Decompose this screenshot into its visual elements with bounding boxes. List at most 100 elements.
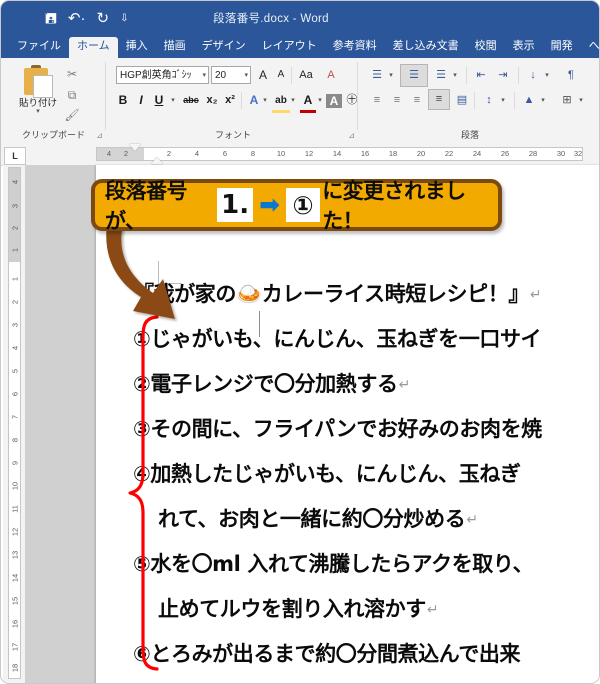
paste-button[interactable]: 貼り付け ▾ [15, 63, 61, 121]
doc-line-text: れて、お肉と一緒に約〇分炒める [158, 507, 466, 531]
shrink-font-icon[interactable]: A [273, 66, 289, 84]
clear-formatting-icon[interactable]: A [323, 66, 339, 84]
font-size-value: 20 [215, 70, 227, 81]
align-left-icon[interactable]: ≡ [368, 91, 386, 110]
paragraph-shading-icon[interactable]: ▲ [520, 91, 538, 110]
change-case-icon[interactable]: Aa [296, 66, 316, 84]
italic-icon[interactable]: I [134, 91, 148, 110]
cut-icon[interactable]: ✂ [63, 65, 81, 83]
font-name-chevron-down-icon[interactable]: ▾ [202, 67, 206, 83]
doc-line-text: ②電子レンジで〇分加熱する [133, 372, 398, 396]
doc-line-item4[interactable]: ④加熱したじゃがいも、にんじん、玉ねぎ [133, 458, 522, 488]
tab-references[interactable]: 参考資料 [325, 37, 385, 58]
tab-review[interactable]: 校閲 [467, 37, 505, 58]
line-spacing-chevron-down-icon[interactable]: ▾ [498, 91, 508, 110]
borders-icon[interactable]: ⊞ [558, 91, 576, 110]
doc-line-item5[interactable]: ⑤水を〇ml 入れて沸騰したらアクを取り、 [133, 548, 534, 578]
doc-line-item6[interactable]: ⑥とろみが出るまで約〇分間煮込んで出来 [133, 638, 521, 668]
align-right-icon[interactable]: ≡ [408, 91, 426, 110]
decrease-indent-icon[interactable]: ⇤ [472, 66, 490, 85]
tab-developer[interactable]: 開発 [543, 37, 581, 58]
hruler-tick: 10 [276, 149, 286, 158]
character-shading-icon[interactable]: A [326, 94, 342, 108]
first-line-indent-marker[interactable] [129, 144, 141, 151]
font-color-icon[interactable]: A [300, 91, 316, 113]
right-arrow-icon: ➡ [259, 191, 281, 219]
tab-design[interactable]: デザイン [194, 37, 254, 58]
distributed-icon[interactable]: ▤ [453, 91, 471, 110]
grow-font-icon[interactable]: A [255, 66, 271, 84]
callout-box: 段落番号が、 1. ➡ ① に変更されました！ [91, 179, 502, 233]
vertical-ruler-track[interactable]: 4 3 2 1 1 2 3 4 5 6 7 8 9 10 11 12 13 14… [8, 167, 21, 679]
numbering-icon[interactable]: ☰ [400, 64, 428, 87]
hruler-tick: 18 [388, 149, 398, 158]
vruler-tick: 17 [10, 642, 19, 652]
underline-chevron-down-icon[interactable]: ▾ [168, 91, 178, 110]
highlight-chevron-down-icon[interactable]: ▾ [288, 91, 298, 110]
hruler-tick: 32 [573, 149, 583, 158]
shading-chevron-down-icon[interactable]: ▾ [538, 91, 548, 110]
bullets-icon[interactable]: ☰ [368, 66, 386, 85]
doc-line-item2[interactable]: ②電子レンジで〇分加熱する↵ [133, 368, 410, 398]
subscript-icon[interactable]: x₂ [204, 91, 220, 110]
tab-mailings[interactable]: 差し込み文書 [385, 37, 467, 58]
hruler-tick: 22 [444, 149, 454, 158]
font-color-chevron-down-icon[interactable]: ▾ [315, 91, 325, 110]
strikethrough-icon[interactable]: abc [180, 91, 202, 110]
increase-indent-icon[interactable]: ⇥ [494, 66, 512, 85]
multilevel-list-icon[interactable]: ☰ [432, 66, 450, 85]
callout-text-after: に変更されました！ [322, 179, 466, 233]
brown-curved-arrow-annotation [106, 225, 175, 319]
tab-layout[interactable]: レイアウト [254, 37, 325, 58]
vruler-tick: 14 [10, 573, 19, 583]
paste-caret-icon[interactable]: ▾ [15, 108, 61, 115]
borders-chevron-down-icon[interactable]: ▾ [576, 91, 586, 110]
tab-view[interactable]: 表示 [505, 37, 543, 58]
vruler-tick: 7 [10, 414, 19, 420]
horizontal-ruler[interactable]: 4 2 2 4 6 8 10 12 14 16 18 20 22 24 26 2… [1, 143, 599, 166]
hruler-tick: 2 [123, 149, 129, 158]
show-formatting-marks-icon[interactable]: ¶ [562, 66, 580, 85]
font-name-input[interactable]: HGP創英角ｺﾞｼｯ ▾ [116, 66, 209, 84]
vruler-tick: 11 [10, 505, 19, 513]
hanging-indent-marker[interactable] [151, 157, 163, 164]
doc-line-item5-cont[interactable]: 止めてルウを割り入れ溶かす↵ [158, 593, 439, 623]
align-center-icon[interactable]: ≡ [388, 91, 406, 110]
vertical-ruler[interactable]: 4 3 2 1 1 2 3 4 5 6 7 8 9 10 11 12 13 14… [3, 165, 25, 683]
vruler-tick: 1 [10, 276, 19, 282]
doc-line-text: ④加熱したじゃがいも、にんじん、玉ねぎ [133, 462, 521, 486]
tab-stop-selector[interactable]: L [4, 147, 26, 165]
bold-icon[interactable]: B [116, 91, 130, 110]
hruler-tick: 4 [106, 149, 112, 158]
justify-icon[interactable]: ≡ [428, 89, 450, 110]
tab-file[interactable]: ファイル [9, 37, 69, 58]
doc-line-item3[interactable]: ③その間に、フライパンでお好みのお肉を焼 [133, 413, 543, 443]
sort-icon[interactable]: ↓ [524, 66, 542, 85]
hruler-tick: 16 [360, 149, 370, 158]
underline-icon[interactable]: U [152, 91, 166, 110]
bullets-chevron-down-icon[interactable]: ▾ [386, 66, 396, 85]
tab-draw[interactable]: 描画 [156, 37, 194, 58]
clipboard-dialog-launcher-icon[interactable]: ⊿ [96, 131, 103, 140]
multilevel-chevron-down-icon[interactable]: ▾ [450, 66, 460, 85]
hruler-tick: 2 [166, 149, 172, 158]
superscript-icon[interactable]: x² [222, 91, 238, 110]
font-size-chevron-down-icon[interactable]: ▾ [244, 67, 248, 85]
hruler-tick: 8 [250, 149, 256, 158]
copy-icon[interactable]: ⧉ [63, 86, 81, 104]
text-effects-chevron-down-icon[interactable]: ▾ [260, 91, 270, 110]
vruler-tick: 15 [10, 596, 19, 606]
doc-line-item4-cont[interactable]: れて、お肉と一緒に約〇分炒める↵ [158, 503, 478, 533]
tab-insert[interactable]: 挿入 [118, 37, 156, 58]
tab-help[interactable]: ヘル [581, 37, 599, 58]
tab-home[interactable]: ホーム [69, 37, 118, 58]
format-painter-icon[interactable]: 🖌 [63, 106, 81, 124]
font-name-value: HGP創英角ｺﾞｼｯ [120, 70, 192, 81]
font-dialog-launcher-icon[interactable]: ⊿ [348, 131, 355, 140]
sort-chevron-down-icon[interactable]: ▾ [542, 66, 552, 85]
vruler-tick: 3 [10, 322, 19, 328]
horizontal-ruler-track[interactable]: 4 2 2 4 6 8 10 12 14 16 18 20 22 24 26 2… [96, 147, 583, 161]
vruler-tick: 16 [10, 619, 19, 629]
line-spacing-icon[interactable]: ↕ [480, 91, 498, 110]
font-size-input[interactable]: 20 ▾ [211, 66, 251, 84]
